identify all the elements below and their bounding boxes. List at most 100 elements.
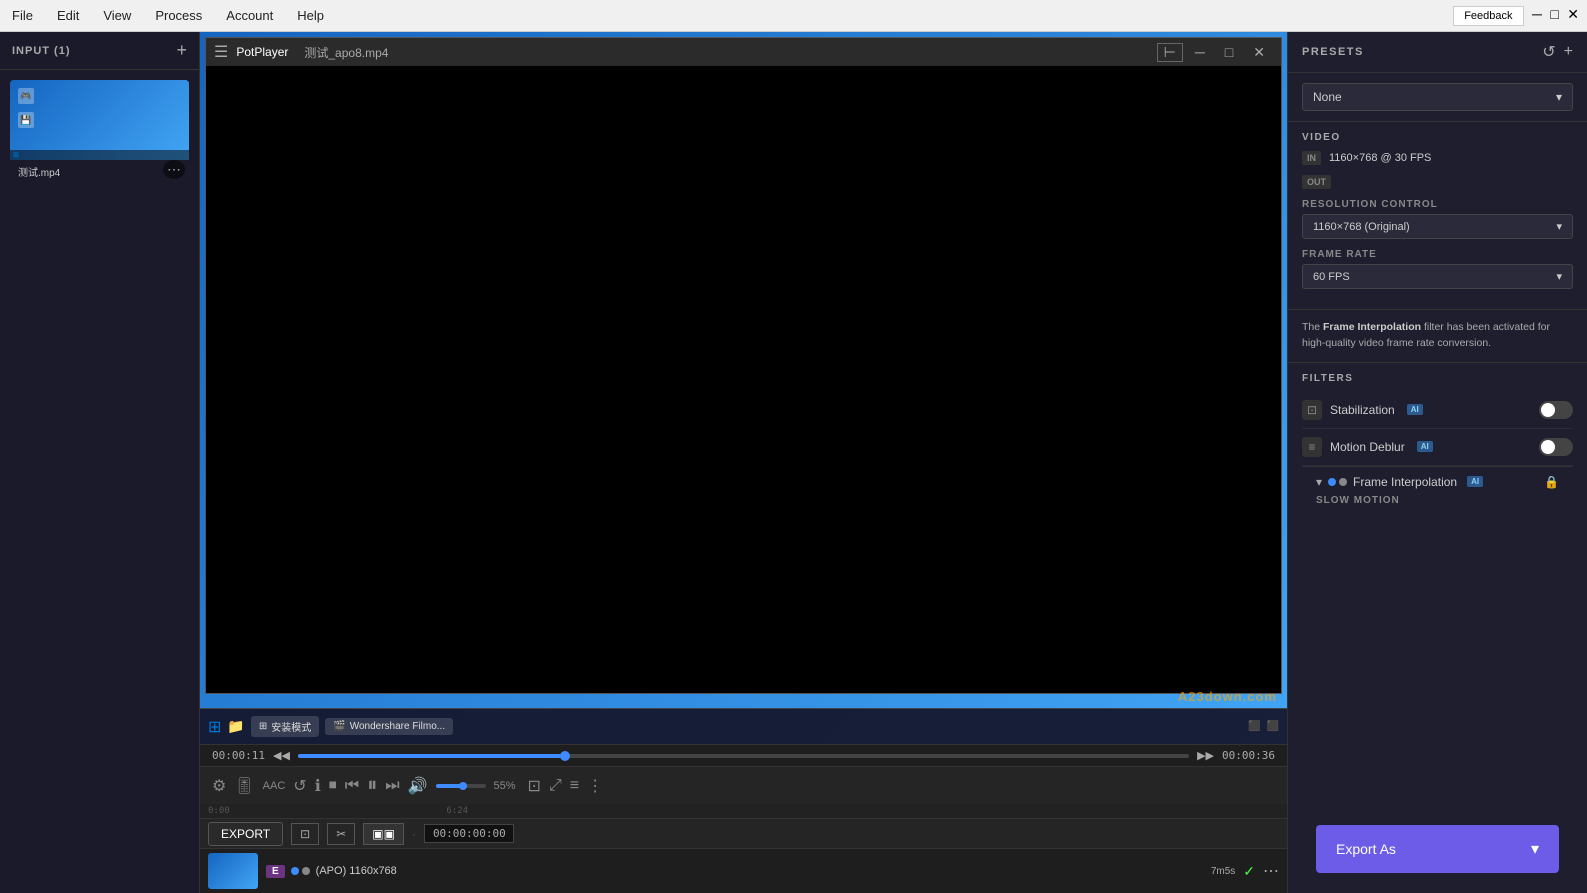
ruler-label: 0:00 6:24 <box>208 806 468 816</box>
prev-button[interactable]: ⏮ <box>345 777 359 795</box>
presets-refresh-button[interactable]: ↺ <box>1542 42 1555 62</box>
taskbar-item-install[interactable]: ⊞ 安装模式 <box>251 716 319 737</box>
stabilization-toggle[interactable] <box>1539 401 1573 419</box>
presets-add-button[interactable]: + <box>1564 42 1573 62</box>
menu-help[interactable]: Help <box>293 4 328 27</box>
preset-section: None ▾ <box>1288 73 1587 122</box>
close-app-button[interactable]: ✕ <box>1567 6 1579 23</box>
settings-button[interactable]: ⚙ <box>212 776 226 796</box>
export-as-container: Export As ▾ <box>1288 805 1587 893</box>
out-badge: OUT <box>1302 175 1331 189</box>
export-button[interactable]: EXPORT <box>208 822 283 846</box>
video-out-row: OUT <box>1302 175 1573 189</box>
stop-button[interactable]: ⏹ <box>329 777 337 795</box>
add-input-button[interactable]: + <box>176 40 187 61</box>
presets-header-buttons: ↺ + <box>1542 42 1573 62</box>
taskbar-folder-icon[interactable]: 📁 <box>227 718 244 735</box>
clip-button[interactable]: ⊡ <box>291 823 319 845</box>
taskbar-third-window-icon[interactable]: ⬛ <box>1267 721 1279 732</box>
input-thumbnail[interactable]: 🎮 💾 ⊞ 测试.mp4 ⋯ <box>10 80 189 183</box>
resolution-dropdown[interactable]: 1160×768 (Original) ▾ <box>1302 214 1573 239</box>
volume-slider[interactable] <box>436 784 486 788</box>
potplayer-progress-bar[interactable] <box>298 754 1189 758</box>
fi-title: Frame Interpolation <box>1353 475 1457 489</box>
potplayer-progress-thumb[interactable] <box>560 751 570 761</box>
chevron-down-icon: ▾ <box>1556 90 1562 104</box>
potplayer-window: ☰ PotPlayer 测试_apo8.mp4 ⊢ ─ □ ✕ <box>205 37 1282 694</box>
maximize-app-button[interactable]: □ <box>1550 6 1558 22</box>
fi-chevron-icon[interactable]: ▾ <box>1316 475 1322 489</box>
video-spec-in: 1160×768 @ 30 FPS <box>1329 152 1431 164</box>
stabilization-icon: ⊡ <box>1302 400 1322 420</box>
volume-button[interactable]: 🔊 <box>408 776 428 796</box>
volume-thumb[interactable] <box>459 782 467 790</box>
fi-note: The Frame Interpolation filter has been … <box>1288 310 1587 363</box>
potplayer-filename: 测试_apo8.mp4 <box>304 44 388 61</box>
info-button[interactable]: ℹ <box>315 776 321 796</box>
motion-deblur-toggle[interactable] <box>1539 438 1573 456</box>
resolution-value: 1160×768 (Original) <box>1313 221 1410 233</box>
motion-deblur-icon: ≡ <box>1302 437 1322 457</box>
timecode-input[interactable] <box>424 824 514 843</box>
crop-button[interactable]: ⊡ <box>528 776 541 796</box>
minimize-app-button[interactable]: ─ <box>1532 6 1542 22</box>
hamburger-icon[interactable]: ☰ <box>214 42 228 62</box>
frame-rate-value: 60 FPS <box>1313 271 1350 283</box>
menu-edit[interactable]: Edit <box>53 4 83 27</box>
potplayer-maximize-button[interactable]: □ <box>1217 44 1241 60</box>
timeline-toolbar: EXPORT ⊡ ✂ ▣▣ · <box>200 818 1287 848</box>
track-check-button[interactable]: ✓ <box>1243 863 1255 880</box>
menu-view[interactable]: View <box>99 4 135 27</box>
more-button[interactable]: ⋮ <box>587 776 603 796</box>
video-info-row: IN 1160×768 @ 30 FPS <box>1302 151 1573 165</box>
presets-title: PRESETS <box>1302 46 1364 58</box>
cut-button[interactable]: ✂ <box>327 823 355 845</box>
menu-bar: File Edit View Process Account Help Feed… <box>0 0 1587 32</box>
fullscreen-button[interactable]: ⤢ <box>549 777 562 795</box>
export-as-chevron-icon: ▾ <box>1531 839 1539 859</box>
menu-account[interactable]: Account <box>222 4 277 27</box>
audio-tracks-button[interactable]: 🎚 <box>234 776 254 796</box>
fi-dot-gray <box>1339 478 1347 486</box>
thumbnail-preview: 🎮 💾 ⊞ <box>10 80 189 160</box>
playlist-button[interactable]: ≡ <box>570 777 579 795</box>
stabilization-toggle-thumb <box>1541 403 1555 417</box>
potplayer-minimize-button[interactable]: ─ <box>1187 44 1213 60</box>
fi-dots <box>1328 478 1347 486</box>
frame-rate-dropdown[interactable]: 60 FPS ▾ <box>1302 264 1573 289</box>
taskbar-item-filmora[interactable]: 🎬 Wondershare Filmo... <box>325 718 453 735</box>
timeline-track: E (APO) 1160x768 7m5s ✓ ⋯ <box>200 848 1287 893</box>
motion-deblur-label: Motion Deblur <box>1330 440 1405 454</box>
presets-header: PRESETS ↺ + <box>1288 32 1587 73</box>
stabilization-label: Stabilization <box>1330 403 1395 417</box>
track-dot-gray <box>302 867 310 875</box>
potplayer-pin-button[interactable]: ⊢ <box>1157 43 1183 62</box>
taskbar-second-window-icon[interactable]: ⬛ <box>1248 721 1260 732</box>
input-header: INPUT (1) + <box>0 32 199 70</box>
potplayer-title: PotPlayer <box>236 45 288 59</box>
menu-file[interactable]: File <box>8 4 37 27</box>
track-dots <box>291 867 310 875</box>
filters-section: FILTERS ⊡ Stabilization AI ≡ <box>1288 363 1587 528</box>
resolution-label: RESOLUTION CONTROL <box>1302 199 1573 210</box>
feedback-button[interactable]: Feedback <box>1453 6 1523 26</box>
right-panel: PRESETS ↺ + None ▾ VIDEO IN 1160×768 @ 3… <box>1287 32 1587 893</box>
menu-process[interactable]: Process <box>151 4 206 27</box>
thumbnail-more-button[interactable]: ⋯ <box>163 160 185 179</box>
fi-ai-badge: AI <box>1467 476 1483 487</box>
export-as-button[interactable]: Export As ▾ <box>1316 825 1559 873</box>
resolution-chevron-icon: ▾ <box>1556 220 1562 233</box>
potplayer-time-total: 00:00:36 <box>1222 749 1275 762</box>
mode-button[interactable]: ▣▣ <box>363 823 404 845</box>
next-button[interactable]: ⏭ <box>385 777 399 795</box>
start-button[interactable]: ⊞ <box>208 717 221 737</box>
loop-button[interactable]: ↺ <box>293 776 306 796</box>
potplayer-close-button[interactable]: ✕ <box>1245 44 1273 61</box>
track-badge: E <box>266 865 285 878</box>
export-as-label: Export As <box>1336 841 1396 857</box>
track-dot-blue <box>291 867 299 875</box>
video-section-title: VIDEO <box>1302 132 1573 143</box>
track-more-button[interactable]: ⋯ <box>1263 861 1279 881</box>
play-pause-button[interactable]: ⏸ <box>367 774 377 797</box>
preset-dropdown[interactable]: None ▾ <box>1302 83 1573 111</box>
